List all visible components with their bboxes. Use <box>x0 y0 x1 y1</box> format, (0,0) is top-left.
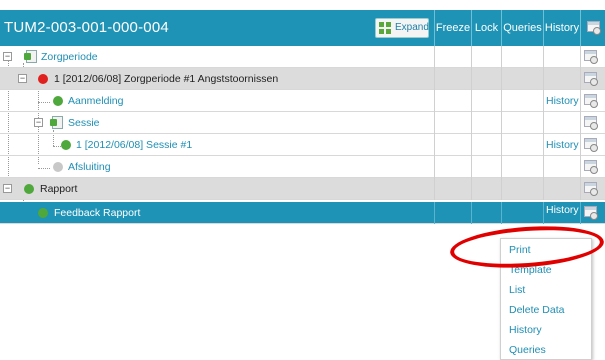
folder-form-icon <box>50 115 64 130</box>
history-cell <box>543 112 580 134</box>
status-green-icon <box>24 184 34 194</box>
lock-cell <box>471 156 501 178</box>
queries-cell <box>501 134 543 156</box>
lock-cell <box>471 202 501 224</box>
status-green-icon <box>53 96 63 106</box>
tree-row-sessie-1[interactable]: 1 [2012/06/08] Sessie #1 History <box>0 134 605 156</box>
freeze-cell <box>434 112 471 134</box>
header-bar: TUM2-003-001-000-004 Expand Freeze Lock … <box>0 10 605 46</box>
history-cell: History <box>543 90 580 112</box>
queries-cell <box>501 46 543 68</box>
header-document-icon <box>587 21 601 35</box>
queries-cell <box>501 156 543 178</box>
header-action-cell[interactable] <box>580 10 605 46</box>
lock-cell <box>471 112 501 134</box>
menu-item-history[interactable]: History <box>509 321 542 339</box>
queries-cell <box>501 202 543 224</box>
menu-item-queries[interactable]: Queries <box>509 341 546 359</box>
row-label[interactable]: 1 [2012/06/08] Sessie #1 <box>76 134 192 156</box>
history-cell <box>543 178 580 200</box>
lock-cell <box>471 46 501 68</box>
menu-item-delete-data[interactable]: Delete Data <box>509 301 564 319</box>
folder-form-icon <box>24 49 38 64</box>
row-label[interactable]: Aanmelding <box>68 90 123 112</box>
history-cell <box>543 46 580 68</box>
queries-cell <box>501 90 543 112</box>
collapse-toggle[interactable]: − <box>3 184 12 193</box>
freeze-cell <box>434 178 471 200</box>
history-cell: History <box>543 134 580 156</box>
row-menu-icon[interactable] <box>584 182 598 196</box>
history-cell <box>543 68 580 90</box>
row-menu-icon[interactable] <box>584 94 598 108</box>
column-header-history: History <box>543 10 580 46</box>
subject-title: TUM2-003-001-000-004 <box>4 19 169 36</box>
row-label[interactable]: Zorgperiode <box>41 46 98 68</box>
row-menu-icon[interactable] <box>584 50 598 64</box>
row-label[interactable]: 1 [2012/06/08] Zorgperiode #1 Angststoor… <box>54 68 278 90</box>
row-menu-icon[interactable] <box>584 72 598 86</box>
status-gray-icon <box>53 162 63 172</box>
menu-item-list[interactable]: List <box>509 281 525 299</box>
expand-icon <box>379 22 392 35</box>
collapse-toggle[interactable]: − <box>34 118 43 127</box>
row-menu-icon[interactable] <box>584 206 598 220</box>
history-link[interactable]: History <box>546 199 579 221</box>
history-cell: History <box>543 202 580 224</box>
lock-cell <box>471 134 501 156</box>
tree-row-zorgperiode[interactable]: − Zorgperiode <box>0 46 605 68</box>
row-menu-icon[interactable] <box>584 116 598 130</box>
history-cell <box>543 156 580 178</box>
status-green-icon <box>38 208 48 218</box>
freeze-cell <box>434 202 471 224</box>
row-menu-icon[interactable] <box>584 160 598 174</box>
tree-row-sessie[interactable]: − Sessie <box>0 112 605 134</box>
collapse-toggle[interactable]: − <box>3 52 12 61</box>
row-menu-icon[interactable] <box>584 138 598 152</box>
row-label[interactable]: Rapport <box>40 178 77 200</box>
freeze-cell <box>434 46 471 68</box>
queries-cell <box>501 112 543 134</box>
expand-label: Expand <box>395 22 429 33</box>
row-label[interactable]: Sessie <box>68 112 100 134</box>
tree-row-feedback-rapport[interactable]: Feedback Rapport History <box>0 202 605 224</box>
queries-cell <box>501 68 543 90</box>
lock-cell <box>471 178 501 200</box>
history-link[interactable]: History <box>546 90 579 112</box>
expand-button[interactable]: Expand <box>375 18 429 38</box>
row-label[interactable]: Afsluiting <box>68 156 111 178</box>
queries-cell <box>501 178 543 200</box>
history-link[interactable]: History <box>546 134 579 156</box>
tree-row-rapport[interactable]: − Rapport <box>0 178 605 200</box>
lock-cell <box>471 90 501 112</box>
freeze-cell <box>434 68 471 90</box>
freeze-cell <box>434 134 471 156</box>
study-tree-app: TUM2-003-001-000-004 Expand Freeze Lock … <box>0 0 605 360</box>
column-header-queries: Queries <box>501 10 543 46</box>
row-label[interactable]: Feedback Rapport <box>54 202 140 224</box>
column-header-freeze: Freeze <box>434 10 471 46</box>
collapse-toggle[interactable]: − <box>18 74 27 83</box>
tree-row-afsluiting[interactable]: Afsluiting <box>0 156 605 178</box>
status-green-icon <box>61 140 71 150</box>
freeze-cell <box>434 90 471 112</box>
status-red-icon <box>38 74 48 84</box>
freeze-cell <box>434 156 471 178</box>
tree-row-zorgperiode-1[interactable]: − 1 [2012/06/08] Zorgperiode #1 Angststo… <box>0 68 605 90</box>
tree-row-aanmelding[interactable]: Aanmelding History <box>0 90 605 112</box>
column-header-lock: Lock <box>471 10 501 46</box>
lock-cell <box>471 68 501 90</box>
